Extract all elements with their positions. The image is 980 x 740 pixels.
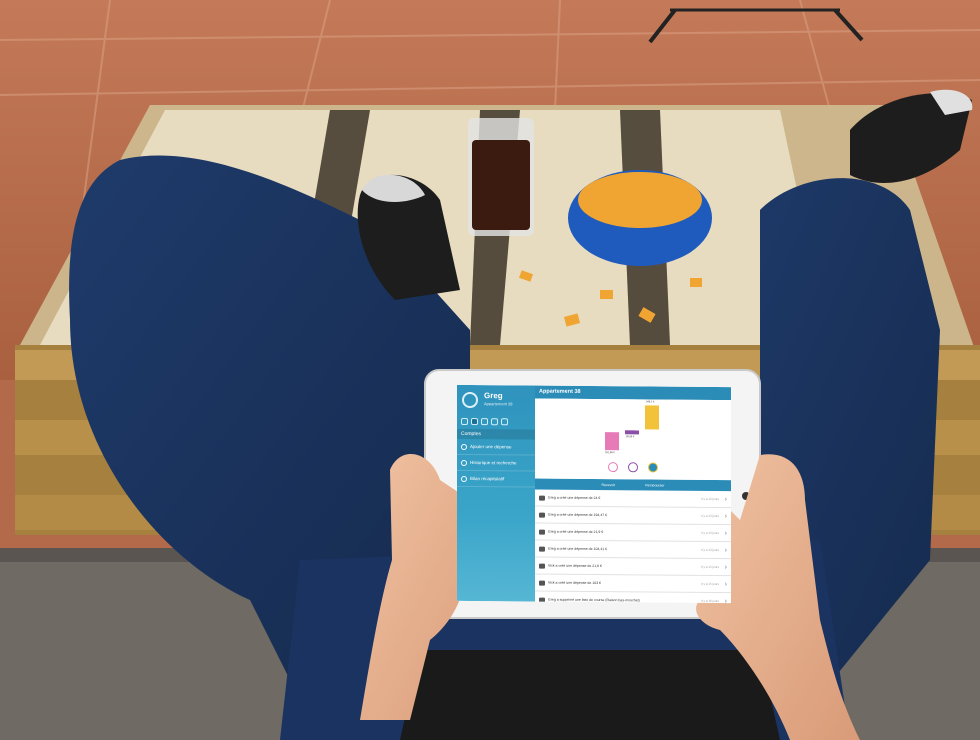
sidebar-icon-row xyxy=(457,415,535,428)
chevron-right-icon[interactable]: › xyxy=(725,598,727,604)
activity-row[interactable]: Greg a créé une dépense de 104,41 € Il y … xyxy=(535,540,731,560)
sidebar-item-label: Bilan récapitulatif xyxy=(470,476,505,482)
activity-text: Greg a créé une dépense de 21,9 € xyxy=(548,529,604,535)
app-logo-icon xyxy=(462,391,478,409)
activity-row[interactable]: Greg a créé une dépense de 194,47 € Il y … xyxy=(535,506,731,526)
summary-icon xyxy=(461,475,467,482)
sidebar-item-add-expense[interactable]: Ajouter une dépense xyxy=(457,438,535,456)
sidebar-header: Greg Appartement 38 xyxy=(457,385,535,416)
app-main: Appartement 38 261,86 € 85,88 € 348,2 € … xyxy=(535,385,731,604)
activity-text: Greg a créé une dépense de 24 € xyxy=(548,495,601,501)
activity-time: Il y a 15 jours xyxy=(701,564,719,569)
avatar[interactable] xyxy=(648,462,658,473)
activity-row[interactable]: Greg a créé une dépense de 21,9 € Il y a … xyxy=(535,523,731,543)
activity-text: Greg a supprimé une liste de course (Rai… xyxy=(548,597,640,603)
activity-time: Il y a 12 jours xyxy=(701,496,719,501)
user-subtitle: Appartement 38 xyxy=(484,401,513,407)
tablet-screen: Greg Appartement 38 Comptes Ajouter une … xyxy=(457,384,731,604)
plus-icon xyxy=(461,443,467,450)
activity-row[interactable]: Vick a créé une dépense de 103 € Il y a 1… xyxy=(535,574,731,594)
app-sidebar: Greg Appartement 38 Comptes Ajouter une … xyxy=(457,384,535,602)
expense-icon xyxy=(539,495,545,501)
sidebar-item-history[interactable]: Historique et recherche xyxy=(457,454,535,472)
balance-bar-yellow xyxy=(645,405,659,430)
expense-icon xyxy=(539,512,545,518)
activity-text: Vick a créé une dépense de 103 € xyxy=(548,580,602,586)
accounts-icon[interactable] xyxy=(471,417,478,425)
activity-list: Greg a créé une dépense de 24 € Il y a 12… xyxy=(535,489,731,604)
activity-time: Il y a 13 jours xyxy=(701,530,719,535)
balance-bar-pink xyxy=(605,432,619,451)
activity-time: Il y a 13 jours xyxy=(701,513,719,518)
balance-bar-purple xyxy=(625,430,639,435)
sidebar-item-summary[interactable]: Bilan récapitulatif xyxy=(457,470,535,488)
balance-chart: 261,86 € 85,88 € 348,2 € xyxy=(535,398,731,481)
activity-row[interactable]: Greg a créé une dépense de 24 € Il y a 12… xyxy=(535,489,731,509)
sidebar-item-label: Historique et recherche xyxy=(470,460,517,466)
activity-time: Il y a 13 jours xyxy=(701,547,719,552)
legend-receive: Recevoir xyxy=(601,482,616,487)
expense-icon xyxy=(539,597,545,603)
activity-time: Il y a 15 jours xyxy=(701,581,719,586)
user-name: Greg xyxy=(484,391,503,401)
sidebar-item-label: Ajouter une dépense xyxy=(470,444,512,450)
activity-text: Vick a créé une dépense de 21,6 € xyxy=(548,563,603,569)
chevron-right-icon[interactable]: › xyxy=(725,530,727,537)
avatar[interactable] xyxy=(608,462,618,473)
home-icon[interactable] xyxy=(461,417,468,425)
shirt xyxy=(400,650,780,740)
chevron-right-icon[interactable]: › xyxy=(725,496,727,503)
expense-icon xyxy=(539,546,545,552)
activity-text: Greg a créé une dépense de 194,47 € xyxy=(548,512,608,518)
list-icon[interactable] xyxy=(481,417,488,425)
chevron-right-icon[interactable]: › xyxy=(725,547,727,554)
expense-icon xyxy=(539,563,545,569)
avatar[interactable] xyxy=(628,462,638,473)
activity-text: Greg a créé une dépense de 104,41 € xyxy=(548,546,608,552)
expense-icon xyxy=(539,529,545,535)
sidebar-section-title: Comptes xyxy=(457,428,535,440)
balance-value: 85,88 € xyxy=(626,435,635,439)
chips-pile xyxy=(578,172,702,228)
balance-value: 348,2 € xyxy=(646,400,655,404)
activity-time: Il y a 16 jours xyxy=(701,598,719,603)
chevron-right-icon[interactable]: › xyxy=(725,564,727,571)
chevron-right-icon[interactable]: › xyxy=(725,581,727,588)
activity-row[interactable]: Vick a créé une dépense de 21,6 € Il y a … xyxy=(535,557,731,577)
cola-drink xyxy=(472,140,530,230)
legend-repay: Rembourser xyxy=(645,482,665,488)
balance-value: 261,86 € xyxy=(605,451,615,455)
help-icon[interactable] xyxy=(501,417,508,425)
chevron-right-icon[interactable]: › xyxy=(725,513,727,520)
expense-icon xyxy=(539,580,545,586)
gear-icon[interactable] xyxy=(491,417,498,425)
activity-row[interactable]: Greg a supprimé une liste de course (Rai… xyxy=(535,591,731,604)
photo-scene xyxy=(0,0,980,740)
history-icon xyxy=(461,459,467,466)
